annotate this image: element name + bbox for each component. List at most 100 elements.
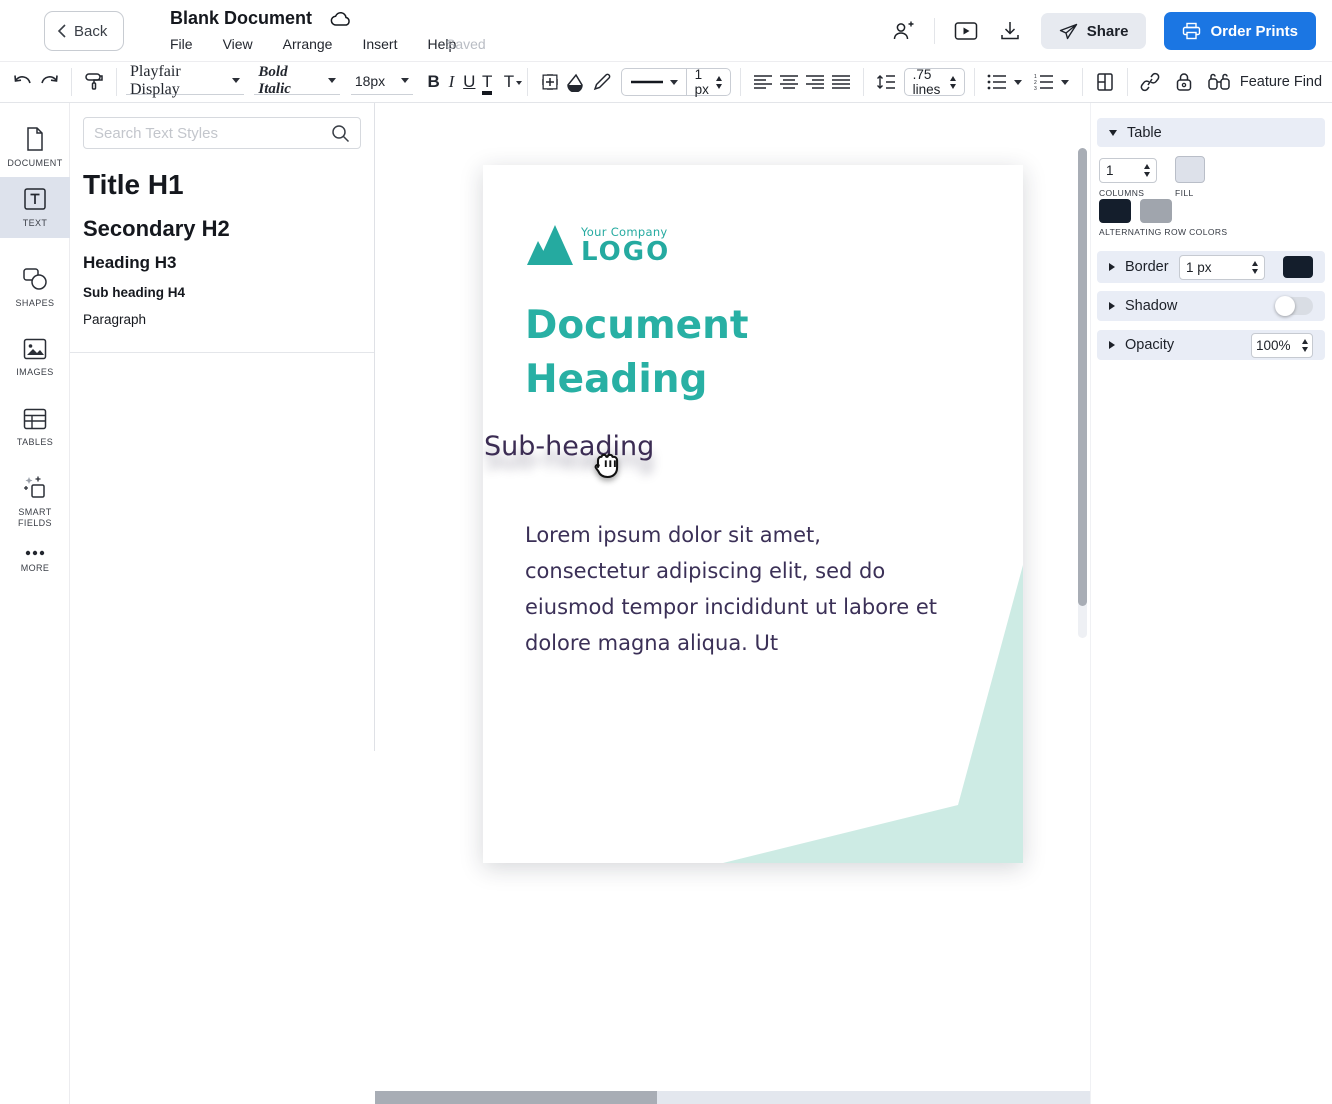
search-input[interactable]	[94, 125, 331, 142]
back-button[interactable]: Back	[44, 11, 124, 51]
body-paragraph-text[interactable]: Lorem ipsum dolor sit amet, consectetur …	[525, 517, 945, 661]
format-painter-icon[interactable]	[81, 69, 107, 95]
present-icon[interactable]	[953, 18, 979, 44]
add-collaborator-icon[interactable]	[890, 18, 916, 44]
stepper-arrows-icon[interactable]	[950, 76, 956, 89]
table-section-header[interactable]: Table	[1097, 118, 1325, 147]
chevron-left-icon	[57, 24, 66, 38]
font-style-select[interactable]: Bold Italic	[254, 69, 340, 95]
formatting-toolbar: Playfair Display Bold Italic 18px B I U …	[0, 62, 1332, 103]
horizontal-scrollbar-thumb[interactable]	[375, 1091, 657, 1104]
fill-swatch[interactable]	[1175, 156, 1205, 183]
style-paragraph[interactable]: Paragraph	[83, 312, 146, 327]
columns-stepper[interactable]: 1	[1099, 158, 1157, 183]
search-icon[interactable]	[331, 124, 350, 143]
align-left-icon[interactable]	[750, 69, 776, 95]
caret-down-icon[interactable]	[1014, 80, 1022, 85]
border-color-swatch[interactable]	[1283, 256, 1313, 278]
pen-icon[interactable]	[589, 69, 615, 95]
text-color-button[interactable]: T	[478, 72, 496, 92]
table-section-title: Table	[1127, 125, 1162, 141]
feature-find-label[interactable]: Feature Find	[1240, 74, 1322, 90]
search-box[interactable]	[83, 117, 361, 149]
back-label: Back	[74, 23, 107, 40]
lock-icon[interactable]	[1171, 69, 1197, 95]
stepper-arrows-icon[interactable]	[716, 76, 722, 89]
menu-arrange[interactable]: Arrange	[283, 36, 333, 52]
company-logo[interactable]: Your Company LOGO	[527, 225, 670, 265]
sidebar-item-label: TEXT	[23, 218, 48, 229]
text-options-glyph: T	[504, 72, 514, 91]
caret-down-icon[interactable]	[1061, 80, 1069, 85]
sidebar-item-more[interactable]: MORE	[0, 540, 70, 583]
vertical-scrollbar-thumb[interactable]	[1078, 148, 1087, 606]
share-button[interactable]: Share	[1041, 13, 1147, 49]
order-prints-button[interactable]: Order Prints	[1164, 12, 1316, 50]
alt-row-color-2-swatch[interactable]	[1140, 199, 1172, 223]
stepper-arrows-icon[interactable]	[1302, 339, 1308, 352]
document-title[interactable]: Blank Document	[170, 8, 312, 29]
link-icon[interactable]	[1137, 69, 1163, 95]
sidebar-item-label: SHAPES	[16, 298, 55, 309]
printer-icon	[1182, 22, 1201, 40]
feature-find-icon[interactable]	[1206, 69, 1232, 95]
smart-fields-icon	[22, 475, 48, 501]
sidebar-item-images[interactable]: IMAGES	[0, 328, 70, 387]
opacity-section-row[interactable]: Opacity 100%	[1097, 330, 1325, 360]
menu-file[interactable]: File	[170, 36, 193, 52]
line-style-select[interactable]	[622, 69, 686, 95]
line-spacing-icon[interactable]	[873, 69, 899, 95]
shadow-toggle[interactable]	[1275, 297, 1313, 315]
style-heading-h3[interactable]: Heading H3	[83, 253, 177, 273]
share-label: Share	[1087, 23, 1129, 40]
image-icon	[22, 337, 48, 361]
bold-button[interactable]: B	[425, 72, 443, 92]
align-right-icon[interactable]	[802, 69, 828, 95]
line-spacing-stepper[interactable]: .75 lines	[904, 68, 965, 96]
opacity-stepper[interactable]: 100%	[1251, 333, 1313, 358]
sidebar-item-tables[interactable]: TABLES	[0, 398, 70, 457]
order-prints-label: Order Prints	[1210, 23, 1298, 40]
download-icon[interactable]	[997, 18, 1023, 44]
sidebar-item-text[interactable]: TEXT	[0, 177, 70, 238]
align-center-icon[interactable]	[776, 69, 802, 95]
document-page[interactable]: Your Company LOGO Document Heading Sub-h…	[483, 165, 1023, 863]
sidebar-item-label: DOCUMENT	[7, 158, 62, 169]
alt-rows-label: ALTERNATING ROW COLORS	[1099, 227, 1227, 237]
document-heading-text[interactable]: Document Heading	[525, 299, 825, 407]
text-options-button[interactable]: T	[500, 72, 518, 92]
shadow-label: Shadow	[1125, 298, 1177, 314]
menu-insert[interactable]: Insert	[362, 36, 397, 52]
align-justify-icon[interactable]	[828, 69, 854, 95]
fill-color-icon[interactable]	[563, 69, 589, 95]
font-family-select[interactable]: Playfair Display	[126, 69, 244, 95]
bullet-list-icon[interactable]	[984, 69, 1010, 95]
numbered-list-icon[interactable]: 123	[1031, 69, 1057, 95]
style-sub-heading-h4[interactable]: Sub heading H4	[83, 285, 185, 300]
mint-corner-shape[interactable]	[483, 165, 1023, 863]
left-sidebar: DOCUMENT TEXT SHAPES IMAGES TABLES SMART…	[0, 103, 70, 1104]
redo-icon[interactable]	[36, 69, 62, 95]
alt-row-color-1-swatch[interactable]	[1099, 199, 1131, 223]
stepper-arrows-icon[interactable]	[1252, 261, 1258, 274]
text-color-glyph: T	[482, 72, 492, 91]
style-secondary-h2[interactable]: Secondary H2	[83, 216, 230, 242]
stroke-width-stepper[interactable]: 1 px	[687, 69, 731, 95]
sidebar-item-shapes[interactable]: SHAPES	[0, 258, 70, 318]
underline-button[interactable]: U	[460, 72, 478, 92]
canvas-area[interactable]: Your Company LOGO Document Heading Sub-h…	[375, 103, 1090, 1104]
stepper-arrows-icon[interactable]	[1144, 164, 1150, 177]
italic-button[interactable]: I	[443, 72, 461, 92]
border-width-stepper[interactable]: 1 px	[1179, 255, 1265, 280]
style-title-h1[interactable]: Title H1	[83, 169, 184, 201]
undo-icon[interactable]	[10, 69, 36, 95]
page-layout-icon[interactable]	[1092, 69, 1118, 95]
font-style-value: Bold Italic	[258, 64, 322, 98]
menu-view[interactable]: View	[223, 36, 253, 52]
position-icon[interactable]	[537, 69, 563, 95]
border-section-row[interactable]: Border 1 px	[1097, 251, 1325, 283]
sidebar-item-smart-fields[interactable]: SMART FIELDS	[0, 466, 70, 538]
sidebar-item-document[interactable]: DOCUMENT	[0, 117, 70, 178]
font-size-select[interactable]: 18px	[351, 69, 413, 95]
shadow-section-row[interactable]: Shadow	[1097, 291, 1325, 321]
